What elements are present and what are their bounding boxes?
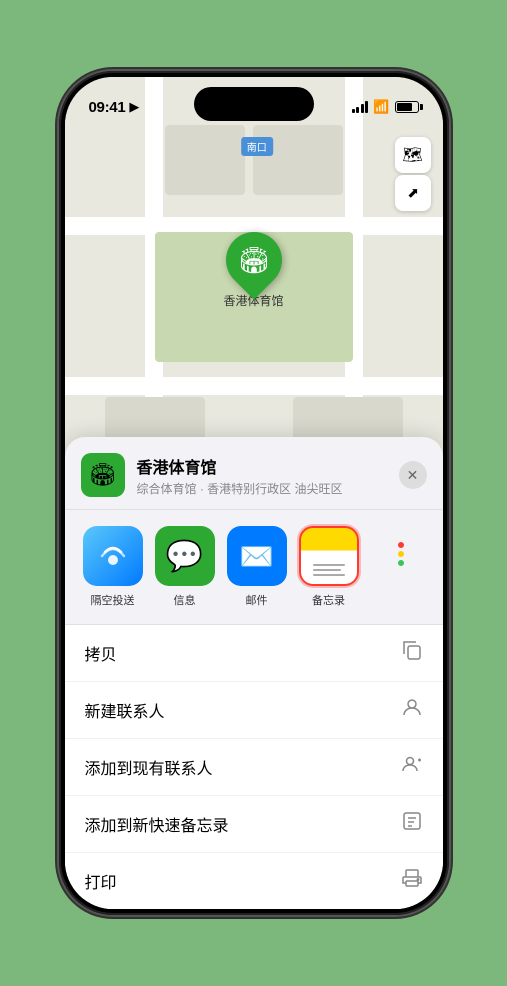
notes-label: 备忘录 <box>312 592 345 608</box>
stadium-icon: 🏟 <box>237 245 270 276</box>
close-button[interactable]: ✕ <box>399 461 427 489</box>
share-row: 隔空投送 💬 信息 ✉️ 邮件 <box>65 510 443 625</box>
action-add-existing[interactable]: 添加到现有联系人 <box>65 739 443 796</box>
print-icon <box>401 867 423 895</box>
mail-icon[interactable]: ✉️ <box>227 526 287 586</box>
location-arrow-icon: ▶ <box>129 99 139 115</box>
airdrop-label: 隔空投送 <box>91 592 135 608</box>
map-view-button[interactable]: 🗺 <box>395 137 431 173</box>
notes-lines <box>313 564 345 576</box>
phone-frame: 09:41 ▶ 📶 <box>59 71 449 915</box>
action-print[interactable]: 打印 <box>65 853 443 909</box>
status-time: 09:41 <box>89 99 126 116</box>
sheet-header: 🏟 香港体育馆 综合体育馆 · 香港特别行政区 油尖旺区 ✕ <box>65 437 443 510</box>
print-label: 打印 <box>85 869 117 893</box>
copy-icon <box>401 639 423 667</box>
quick-note-icon <box>401 810 423 838</box>
pin-bubble: 🏟 <box>214 220 293 299</box>
map-icon: 🗺 <box>402 145 422 165</box>
share-item-airdrop[interactable]: 隔空投送 <box>81 526 145 608</box>
map-block-2 <box>253 125 343 195</box>
action-quick-note[interactable]: 添加到新快速备忘录 <box>65 796 443 853</box>
add-existing-label: 添加到现有联系人 <box>85 755 213 779</box>
signal-bars-icon <box>352 101 369 113</box>
action-copy[interactable]: 拷贝 <box>65 625 443 682</box>
new-contact-label: 新建联系人 <box>85 698 165 722</box>
quick-note-label: 添加到新快速备忘录 <box>85 812 229 836</box>
action-list: 拷贝 新建联系人 <box>65 625 443 909</box>
message-label: 信息 <box>174 592 196 608</box>
battery-icon <box>395 101 419 113</box>
notes-icon[interactable] <box>299 526 359 586</box>
share-item-message[interactable]: 💬 信息 <box>153 526 217 608</box>
more-dots <box>394 534 408 574</box>
dynamic-island <box>194 87 314 121</box>
phone-screen: 09:41 ▶ 📶 <box>65 77 443 909</box>
map-label: 南口 <box>241 137 273 156</box>
map-road-h2 <box>65 377 443 395</box>
share-item-more[interactable] <box>369 526 433 608</box>
share-item-notes[interactable]: 备忘录 <box>297 526 361 608</box>
wifi-icon: 📶 <box>373 99 389 115</box>
add-contact-icon <box>401 753 423 781</box>
status-icons: 📶 <box>352 99 419 115</box>
venue-name: 香港体育馆 <box>137 454 399 478</box>
venue-subtitle: 综合体育馆 · 香港特别行政区 油尖旺区 <box>137 480 399 497</box>
airdrop-icon[interactable] <box>83 526 143 586</box>
venue-info: 香港体育馆 综合体育馆 · 香港特别行政区 油尖旺区 <box>137 454 399 497</box>
message-icon[interactable]: 💬 <box>155 526 215 586</box>
mail-label: 邮件 <box>246 592 268 608</box>
venue-avatar: 🏟 <box>81 453 125 497</box>
action-new-contact[interactable]: 新建联系人 <box>65 682 443 739</box>
location-button[interactable]: ⬆ <box>395 175 431 211</box>
venue-pin: 🏟 香港体育馆 <box>223 232 283 309</box>
bottom-sheet: 🏟 香港体育馆 综合体育馆 · 香港特别行政区 油尖旺区 ✕ <box>65 437 443 909</box>
map-controls[interactable]: 🗺 ⬆ <box>395 137 431 211</box>
compass-icon: ⬆ <box>402 183 422 203</box>
share-item-mail[interactable]: ✉️ 邮件 <box>225 526 289 608</box>
copy-label: 拷贝 <box>85 641 117 665</box>
new-contact-icon <box>401 696 423 724</box>
map-block-1 <box>165 125 245 195</box>
venue-avatar-icon: 🏟 <box>89 462 117 488</box>
